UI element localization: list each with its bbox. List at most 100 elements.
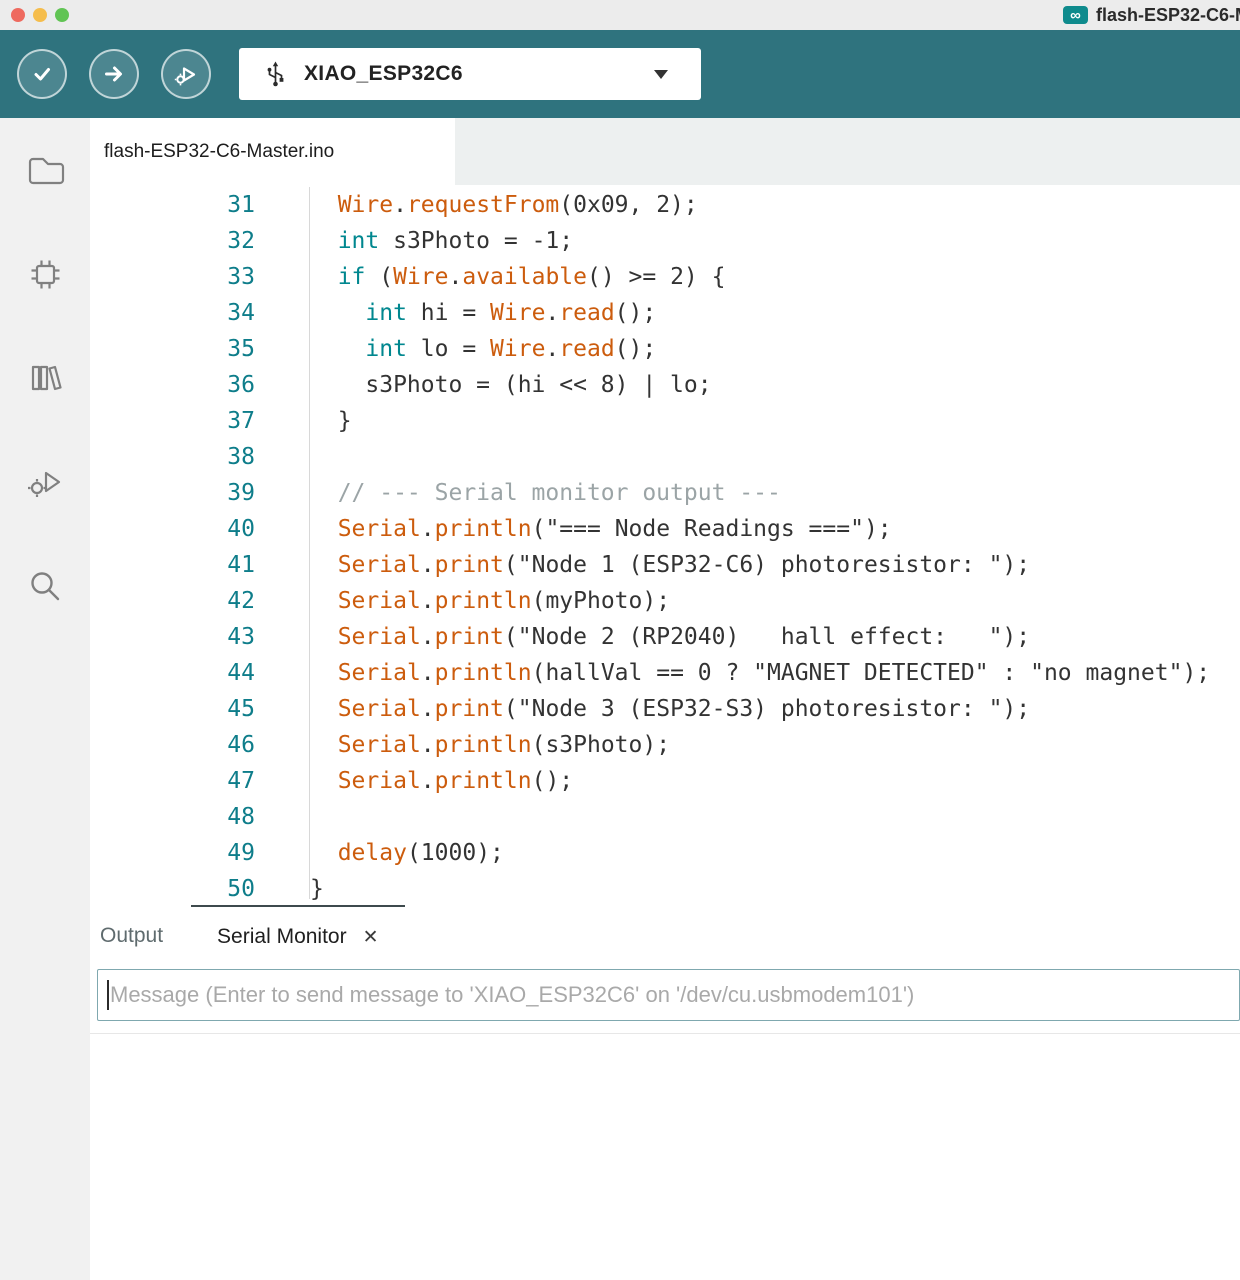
line-number: 45 <box>227 696 255 722</box>
code-line: 32 int s3Photo = -1; <box>90 223 1240 259</box>
line-number: 37 <box>227 408 255 434</box>
tab-filename: flash-ESP32-C6-Master.ino <box>104 140 335 162</box>
line-number: 41 <box>227 552 255 578</box>
macos-titlebar: ∞ flash-ESP32-C6-M <box>0 0 1240 30</box>
code-text: } <box>310 408 352 434</box>
verify-button[interactable] <box>17 49 67 99</box>
code-line: 33 if (Wire.available() >= 2) { <box>90 259 1240 295</box>
library-books-icon <box>24 357 66 399</box>
close-icon[interactable]: ✕ <box>363 928 379 947</box>
tab-output[interactable]: Output <box>90 905 177 967</box>
sidebar-item-sketchbook[interactable] <box>23 148 67 192</box>
sidebar-item-library-manager[interactable] <box>23 356 67 400</box>
close-window-button[interactable] <box>11 8 25 22</box>
line-number: 36 <box>227 372 255 398</box>
code-text: int hi = Wire.read(); <box>365 300 657 326</box>
code-text: Serial.println(hallVal == 0 ? "MAGNET DE… <box>337 660 1211 686</box>
line-number: 31 <box>227 192 255 218</box>
tab-serial-monitor[interactable]: Serial Monitor ✕ <box>191 905 405 967</box>
code-text: s3Photo = (hi << 8) | lo; <box>310 372 712 398</box>
folder-icon <box>24 149 66 191</box>
board-selector-dropdown[interactable]: XIAO_ESP32C6 <box>239 48 701 100</box>
code-line: 37 } <box>90 403 1240 439</box>
minimize-window-button[interactable] <box>33 8 47 22</box>
debug-play-gear-icon <box>24 461 66 503</box>
board-selector-label: XIAO_ESP32C6 <box>304 62 463 85</box>
traffic-lights <box>0 8 69 22</box>
text-caret <box>107 980 109 1010</box>
code-line: 35 int lo = Wire.read(); <box>90 331 1240 367</box>
checkmark-icon <box>29 61 55 87</box>
line-number: 34 <box>227 300 255 326</box>
code-line: 44 Serial.println(hallVal == 0 ? "MAGNET… <box>90 655 1240 691</box>
code-text: Serial.println(myPhoto); <box>337 588 671 614</box>
line-number: 50 <box>227 876 255 902</box>
code-text: if (Wire.available() >= 2) { <box>337 264 726 290</box>
line-number: 49 <box>227 840 255 866</box>
code-text: // --- Serial monitor output --- <box>310 480 781 506</box>
code-line: 41 Serial.print("Node 1 (ESP32-C6) photo… <box>90 547 1240 583</box>
usb-icon <box>265 60 286 88</box>
debug-button[interactable] <box>161 49 211 99</box>
zoom-window-button[interactable] <box>55 8 69 22</box>
line-number: 35 <box>227 336 255 362</box>
line-number: 32 <box>227 228 255 254</box>
line-number: 44 <box>227 660 255 686</box>
serial-message-row <box>90 967 1240 1023</box>
code-line: 34 int hi = Wire.read(); <box>90 295 1240 331</box>
sidebar-item-boards-manager[interactable] <box>23 252 67 296</box>
chevron-down-icon <box>654 69 668 79</box>
code-text: Wire.requestFrom(0x09, 2); <box>337 192 698 218</box>
boards-chip-icon <box>24 253 66 295</box>
code-line: 45 Serial.print("Node 3 (ESP32-S3) photo… <box>90 691 1240 727</box>
serial-message-input[interactable] <box>97 969 1240 1021</box>
ide-toolbar: XIAO_ESP32C6 <box>0 30 1240 118</box>
code-line: 46 Serial.println(s3Photo); <box>90 727 1240 763</box>
code-line: 42 Serial.println(myPhoto); <box>90 583 1240 619</box>
code-text: Serial.println(s3Photo); <box>337 732 671 758</box>
arduino-logo-icon: ∞ <box>1062 6 1088 24</box>
line-number: 42 <box>227 588 255 614</box>
code-line: 38 <box>90 439 1240 475</box>
window-title: flash-ESP32-C6-M <box>1095 4 1240 25</box>
sidebar-item-debug[interactable] <box>23 460 67 504</box>
editor-tab-bar: flash-ESP32-C6-Master.ino <box>90 118 1240 185</box>
upload-button[interactable] <box>89 49 139 99</box>
line-number: 47 <box>227 768 255 794</box>
search-icon <box>24 565 66 607</box>
line-number: 43 <box>227 624 255 650</box>
code-text: Serial.println("=== Node Readings ==="); <box>337 516 892 542</box>
arrow-right-icon <box>101 61 127 87</box>
line-number: 38 <box>227 444 255 470</box>
code-lines: 31 Wire.requestFrom(0x09, 2); 32 int s3Ph… <box>90 187 1240 905</box>
tab-sketch-file[interactable]: flash-ESP32-C6-Master.ino <box>90 118 455 185</box>
code-text: Serial.print("Node 3 (ESP32-S3) photores… <box>337 696 1031 722</box>
code-line: 47 Serial.println(); <box>90 763 1240 799</box>
code-text: Serial.print("Node 1 (ESP32-C6) photores… <box>337 552 1031 578</box>
code-text: Serial.println(); <box>337 768 574 794</box>
workspace: flash-ESP32-C6-Master.ino 31 Wire.reques… <box>0 118 1240 1280</box>
code-text: } <box>310 876 324 902</box>
code-editor[interactable]: 31 Wire.requestFrom(0x09, 2); 32 int s3Ph… <box>90 185 1240 905</box>
debug-play-gear-icon <box>173 61 199 87</box>
activity-sidebar <box>0 118 90 1280</box>
line-number: 48 <box>227 804 255 830</box>
line-number: 39 <box>227 480 255 506</box>
line-number: 46 <box>227 732 255 758</box>
sidebar-item-search[interactable] <box>23 564 67 608</box>
code-text: int s3Photo = -1; <box>337 228 574 254</box>
code-line: 43 Serial.print("Node 2 (RP2040) hall ef… <box>90 619 1240 655</box>
editor-column: flash-ESP32-C6-Master.ino 31 Wire.reques… <box>90 118 1240 1280</box>
code-line: 39 // --- Serial monitor output --- <box>90 475 1240 511</box>
panel-tab-bar: Output Serial Monitor ✕ <box>90 905 1240 967</box>
line-number: 33 <box>227 264 255 290</box>
code-line: 31 Wire.requestFrom(0x09, 2); <box>90 187 1240 223</box>
serial-monitor-label: Serial Monitor <box>217 925 347 948</box>
code-line: 36 s3Photo = (hi << 8) | lo; <box>90 367 1240 403</box>
code-line: 50} <box>90 871 1240 905</box>
bottom-panel: Output Serial Monitor ✕ <box>90 905 1240 1280</box>
code-line: 48 <box>90 799 1240 835</box>
serial-monitor-output[interactable] <box>90 1033 1240 1280</box>
